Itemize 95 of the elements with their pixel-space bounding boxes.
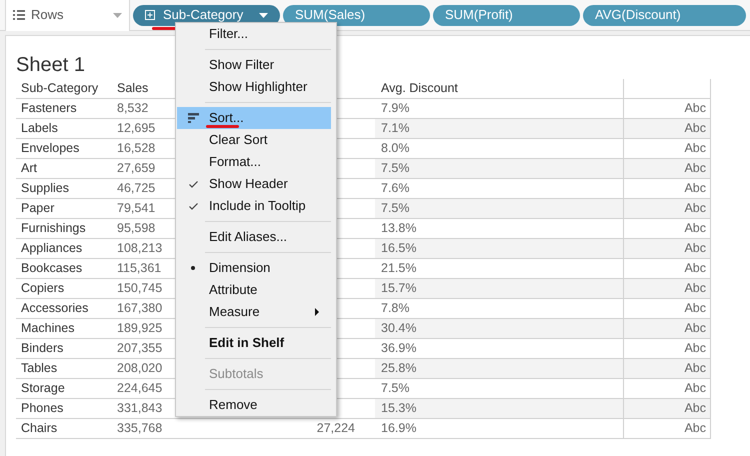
table-cell: Abc [623, 419, 711, 438]
table-cell-text: 207,355 [116, 340, 164, 358]
table-cell-text: 7.6% [380, 180, 410, 198]
sheet-title: Sheet 1 [16, 53, 85, 78]
table-cell: 30.4% [375, 319, 623, 338]
menu-item[interactable]: Filter... [177, 23, 331, 45]
table-cell-text: 224,645 [116, 380, 164, 398]
table-cell: Abc [623, 199, 711, 218]
table-cell-text: Tables [20, 360, 58, 378]
table-cell-text: Machines [20, 320, 76, 338]
menu-item[interactable]: Include in Tooltip [177, 195, 331, 217]
table-cell-text: 115,361 [116, 260, 162, 278]
table-cell-text: 79,541 [116, 200, 156, 218]
table-cell-text: Storage [20, 380, 66, 398]
table-cell: 7.1% [375, 119, 623, 138]
table-cell: Abc [623, 379, 711, 398]
menu-item[interactable]: Sort... [177, 107, 331, 129]
menu-item[interactable]: Show Filter [177, 54, 331, 76]
table-cell-text: Envelopes [20, 140, 80, 158]
table-cell: 25.8% [375, 359, 623, 378]
table-cell: Abc [623, 99, 711, 118]
column-header: Sub-Category [20, 80, 100, 98]
table-cell-text: 46,725 [116, 180, 156, 198]
caret-icon [259, 12, 268, 18]
table-cell-text: Bookcases [20, 260, 84, 278]
table-cell: Abc [623, 179, 711, 198]
table-cell: Abc [623, 319, 711, 338]
table-cell: Abc [623, 159, 711, 178]
table-cell: 16.5% [375, 239, 623, 258]
table-cell-text: Fasteners [20, 100, 78, 118]
table-cell-text: 7.9% [380, 100, 410, 118]
menu-item[interactable]: Measure [177, 301, 331, 323]
table-cell: Abc [623, 359, 711, 378]
table-cell-text: 21.5% [380, 260, 418, 278]
table-cell-text: Phones [20, 400, 64, 418]
table-cell: Abc [623, 299, 711, 318]
table-cell-text: 12,695 [116, 120, 156, 138]
table-cell-text: 7.5% [380, 380, 410, 398]
table-cell-text: 335,768 [116, 420, 164, 438]
table-cell: 15.3% [375, 399, 623, 418]
table-cell-text: 331,843 [116, 400, 164, 418]
table-cell-text: 16.9% [380, 420, 418, 438]
table-cell-text: 27,659 [116, 160, 156, 178]
caret-icon [113, 12, 122, 18]
menu-item[interactable]: Format... [177, 151, 331, 173]
table-cell-text: Binders [20, 340, 64, 358]
table-cell-text: Chairs [20, 420, 58, 438]
column-header: Sales [116, 80, 150, 98]
table-cell: 27,224 [316, 421, 355, 436]
table-cell-text: Paper [20, 200, 56, 218]
table-cell-text: Accessories [20, 300, 90, 318]
menu-item[interactable]: Dimension [177, 257, 331, 279]
table-cell-text: Labels [20, 120, 59, 138]
table-cell-text: 7.8% [380, 300, 410, 318]
menu-item[interactable]: Attribute [177, 279, 331, 301]
field-pill[interactable]: Sub-Category [133, 4, 280, 26]
menu-item[interactable]: Remove [177, 394, 331, 416]
table-cell-text: Appliances [20, 240, 84, 258]
menu-item[interactable]: Edit Aliases... [177, 226, 331, 248]
table-cell: 7.5% [375, 159, 623, 178]
table-cell-text: Furnishings [20, 220, 87, 238]
table-cell-text: 150,745 [116, 280, 164, 298]
table-cell: Abc [623, 239, 711, 258]
menu-item[interactable]: Show Header [177, 173, 331, 195]
table-cell-text: 13.8% [380, 220, 418, 238]
table-cell-text: 208,020 [116, 360, 164, 378]
table-cell: Abc [623, 259, 711, 278]
table-cell-text: 16,528 [116, 140, 156, 158]
table-cell-text: 167,380 [116, 300, 164, 318]
table-cell: 7.5% [375, 199, 623, 218]
table-cell-text: 108,213 [116, 240, 164, 258]
table-cell: 15.7% [375, 279, 623, 298]
rows-shelf-label: Rows [5, 0, 130, 30]
table-cell: Abc [623, 219, 711, 238]
table-cell-text: Copiers [20, 280, 66, 298]
table-cell: Abc [623, 119, 711, 138]
table-cell-text: 8.0% [380, 140, 410, 158]
menu-item[interactable]: Show Highlighter [177, 76, 331, 98]
sort-icon [188, 113, 198, 123]
menu-item[interactable]: Edit in Shelf [177, 332, 331, 354]
table-cell: Abc [623, 139, 711, 158]
underline-mark [206, 125, 239, 128]
list-icon [13, 10, 25, 20]
plus-box-icon [145, 10, 155, 20]
table-cell-text: 36.9% [380, 340, 418, 358]
table-cell-text: Supplies [20, 180, 70, 198]
table-cell: Abc [623, 279, 711, 298]
menu-item[interactable]: Clear Sort [177, 129, 331, 151]
table-cell: Abc [623, 339, 711, 358]
table-cell-text: Art [20, 160, 38, 178]
table-cell: Abc [623, 399, 711, 418]
table-cell-text: 95,598 [116, 220, 156, 238]
table-cell-text: 189,925 [116, 320, 164, 338]
table-cell-text: 8,532 [116, 100, 150, 118]
column-header: Avg. Discount [380, 80, 459, 98]
